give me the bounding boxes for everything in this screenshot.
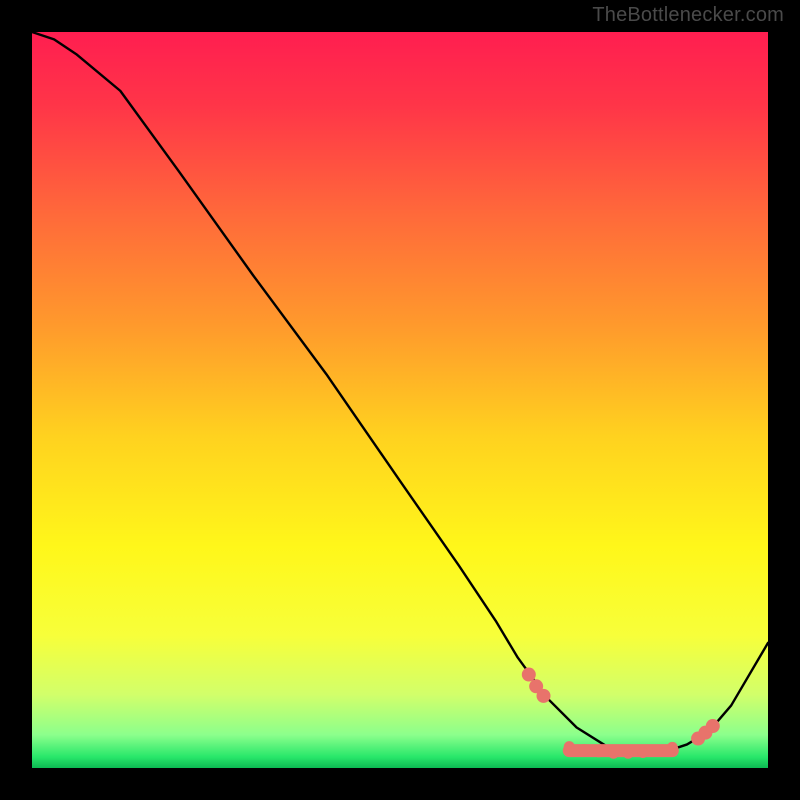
marker-dot (537, 689, 551, 703)
marker-dot (593, 746, 604, 757)
marker-dot (564, 741, 575, 752)
plot-area (32, 32, 768, 768)
marker-dot (608, 748, 619, 759)
chart-container: TheBottlenecker.com (0, 0, 800, 800)
marker-dot (637, 747, 648, 758)
chart-svg (32, 32, 768, 768)
gradient-background (32, 32, 768, 768)
attribution-label: TheBottlenecker.com (592, 4, 784, 27)
marker-dot (579, 744, 590, 755)
marker-dot (706, 719, 720, 733)
marker-dot (652, 745, 663, 756)
marker-dot (522, 668, 536, 682)
marker-dot (667, 742, 678, 753)
marker-dot (623, 748, 634, 759)
